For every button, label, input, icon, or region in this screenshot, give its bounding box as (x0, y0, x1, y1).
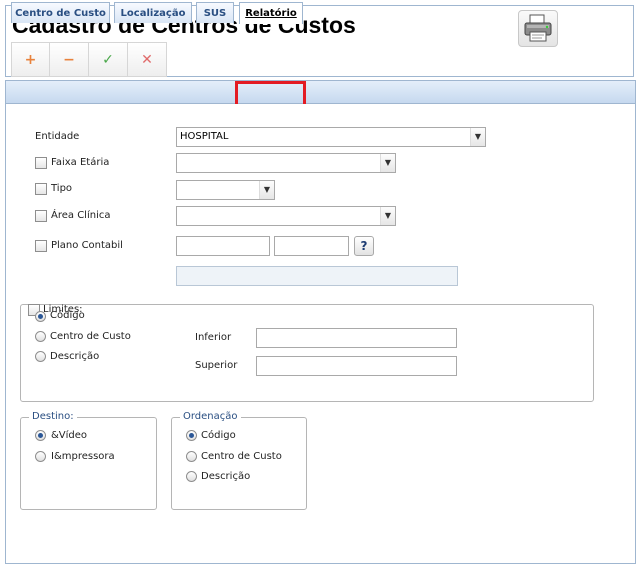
plano-contabil-checkbox[interactable] (35, 240, 47, 252)
destino-radio-video[interactable] (35, 430, 46, 441)
destino-legend: Destino: (29, 411, 77, 422)
superior-input[interactable] (256, 356, 457, 376)
superior-label: Superior (195, 360, 238, 371)
question-icon: ? (360, 239, 368, 253)
plano-contabil-code-input[interactable] (176, 236, 270, 256)
tipo-select[interactable]: ▼ (176, 180, 275, 200)
tab-label: Centro de Custo (15, 7, 106, 19)
close-icon: ✕ (141, 51, 153, 68)
destino-option-label: &Vídeo (51, 430, 88, 441)
chevron-down-icon: ▼ (470, 128, 485, 146)
check-icon: ✓ (102, 51, 114, 68)
limites-option-label: Centro de Custo (50, 331, 131, 342)
chevron-down-icon: ▼ (259, 181, 274, 199)
confirm-button[interactable]: ✓ (89, 42, 128, 77)
tab-label: SUS (203, 7, 227, 19)
plano-contabil-number-input[interactable] (274, 236, 349, 256)
entidade-label: Entidade (35, 131, 80, 142)
tab-bar (5, 80, 636, 104)
minus-icon: − (63, 51, 75, 68)
plano-contabil-description (176, 266, 458, 286)
ordenacao-legend: Ordenação (180, 411, 241, 422)
plano-contabil-lookup-button[interactable]: ? (354, 236, 374, 256)
cancel-button[interactable]: ✕ (128, 42, 167, 77)
ordenacao-radio-centro-de-custo[interactable] (186, 451, 197, 462)
tipo-checkbox[interactable] (35, 183, 47, 195)
area-clinica-checkbox[interactable] (35, 210, 47, 222)
area-clinica-label: Área Clínica (51, 210, 111, 221)
limites-radio-centro-de-custo[interactable] (35, 331, 46, 342)
ordenacao-option-label: Descrição (201, 471, 251, 482)
entidade-value: HOSPITAL (180, 131, 229, 142)
ordenacao-option-label: Centro de Custo (201, 451, 282, 462)
destino-radio-impressora[interactable] (35, 451, 46, 462)
ordenacao-option-label: Código (201, 430, 236, 441)
limites-radio-descricao[interactable] (35, 351, 46, 362)
tipo-label: Tipo (51, 183, 73, 194)
tab-label: Localização (120, 7, 186, 19)
tab-label: Relatório (245, 8, 297, 19)
tab-relatorio[interactable]: Relatório (239, 2, 303, 24)
entidade-select[interactable]: HOSPITAL ▼ (176, 127, 486, 147)
faixa-etaria-checkbox[interactable] (35, 157, 47, 169)
tab-localizacao[interactable]: Localização (114, 2, 192, 23)
ordenacao-radio-codigo[interactable] (186, 430, 197, 441)
limites-radio-codigo[interactable] (35, 311, 46, 322)
chevron-down-icon: ▼ (380, 154, 395, 172)
inferior-label: Inferior (195, 332, 232, 343)
plano-contabil-label: Plano Contabil (51, 240, 123, 251)
add-button[interactable]: + (11, 42, 50, 77)
inferior-input[interactable] (256, 328, 457, 348)
limites-group (20, 304, 594, 402)
faixa-etaria-select[interactable]: ▼ (176, 153, 396, 173)
remove-button[interactable]: − (50, 42, 89, 77)
tab-sus[interactable]: SUS (196, 2, 234, 23)
limites-option-label: Descrição (50, 351, 100, 362)
printer-icon (524, 14, 552, 42)
area-clinica-select[interactable]: ▼ (176, 206, 396, 226)
print-button[interactable] (518, 10, 558, 47)
plus-icon: + (24, 51, 37, 68)
tab-centro-de-custo[interactable]: Centro de Custo (11, 2, 110, 23)
faixa-etaria-label: Faixa Etária (51, 157, 110, 168)
chevron-down-icon: ▼ (380, 207, 395, 225)
ordenacao-radio-descricao[interactable] (186, 471, 197, 482)
destino-option-label: I&mpressora (51, 451, 115, 462)
toolbar: + − ✓ ✕ (11, 42, 167, 77)
limites-option-label: Código (50, 310, 85, 321)
